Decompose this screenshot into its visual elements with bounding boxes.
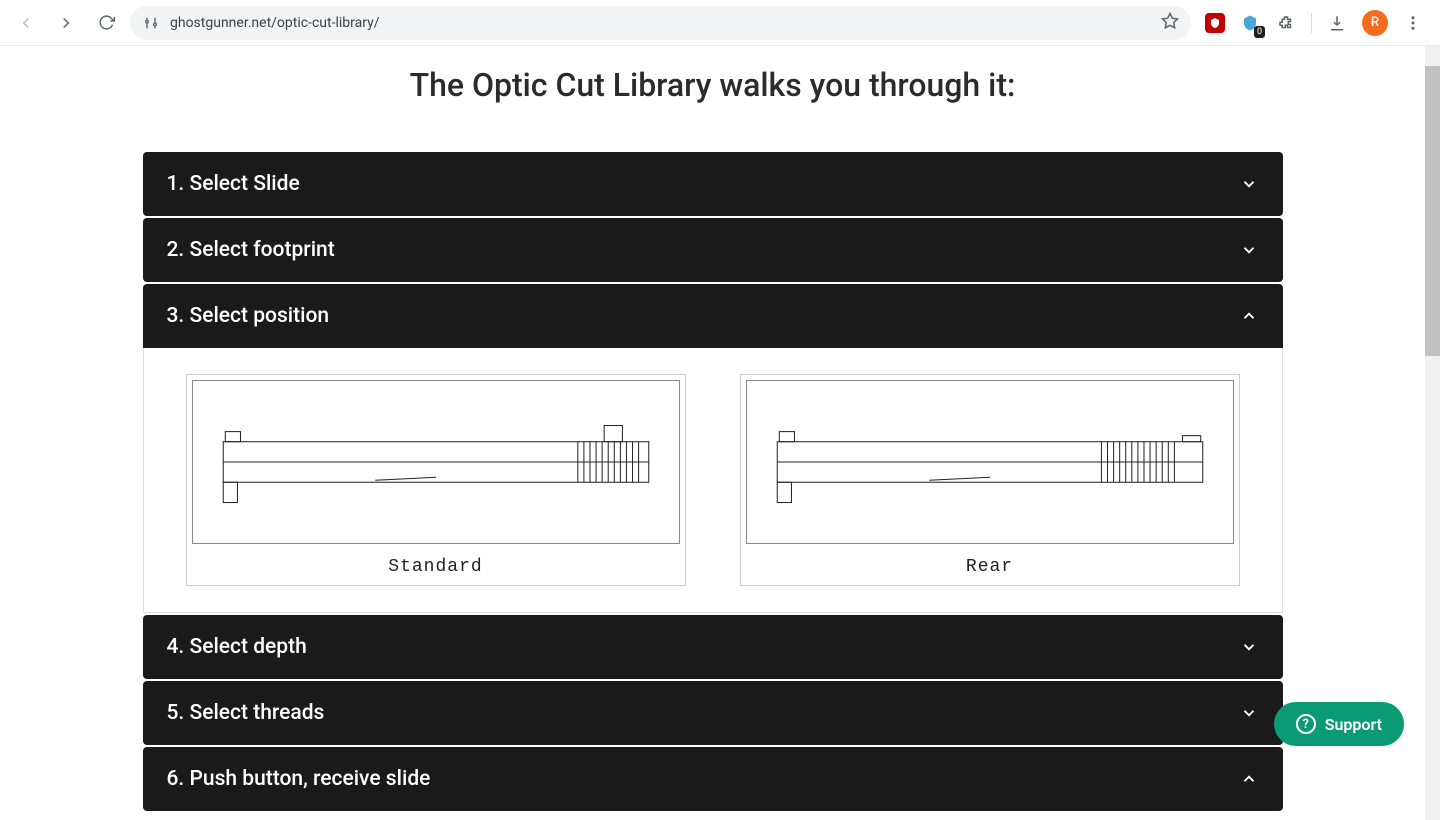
kebab-menu-icon[interactable] bbox=[1402, 12, 1424, 34]
chevron-down-icon bbox=[1239, 240, 1259, 260]
badge-count: 0 bbox=[1254, 26, 1265, 38]
profile-avatar[interactable]: R bbox=[1362, 10, 1388, 36]
browser-toolbar: ghostgunner.net/optic-cut-library/ 0 R bbox=[0, 0, 1440, 46]
accordion-title: 2. Select footprint bbox=[167, 238, 335, 262]
accordion-header-push-button[interactable]: 6. Push button, receive slide bbox=[143, 747, 1283, 811]
accordion-item-2: 2. Select footprint bbox=[143, 218, 1283, 282]
chevron-up-icon bbox=[1239, 769, 1259, 789]
support-button[interactable]: ? Support bbox=[1274, 702, 1404, 746]
back-button[interactable] bbox=[10, 7, 42, 39]
position-option-rear[interactable]: Rear bbox=[740, 374, 1240, 586]
accordion-title: 6. Push button, receive slide bbox=[167, 767, 431, 791]
page-title: The Optic Cut Library walks you through … bbox=[0, 66, 1425, 104]
extensions-area: 0 R bbox=[1199, 10, 1430, 36]
accordion-title: 4. Select depth bbox=[167, 635, 307, 659]
url-text: ghostgunner.net/optic-cut-library/ bbox=[170, 15, 1151, 31]
address-bar[interactable]: ghostgunner.net/optic-cut-library/ bbox=[130, 6, 1191, 40]
accordion-item-4: 4. Select depth bbox=[143, 615, 1283, 679]
accordion-title: 1. Select Slide bbox=[167, 172, 300, 196]
page-content: The Optic Cut Library walks you through … bbox=[0, 46, 1425, 820]
accordion-title: 5. Select threads bbox=[167, 701, 325, 725]
option-label: Standard bbox=[187, 549, 685, 585]
bookmark-star-icon[interactable] bbox=[1161, 12, 1179, 34]
help-icon: ? bbox=[1296, 714, 1316, 734]
site-settings-icon[interactable] bbox=[142, 14, 160, 32]
reload-button[interactable] bbox=[90, 7, 122, 39]
chevron-up-icon bbox=[1239, 306, 1259, 326]
accordion-item-3: 3. Select position bbox=[143, 284, 1283, 613]
accordion: 1. Select Slide 2. Select footprint 3. S… bbox=[143, 152, 1283, 811]
accordion-item-5: 5. Select threads bbox=[143, 681, 1283, 745]
extensions-puzzle-icon[interactable] bbox=[1275, 12, 1297, 34]
accordion-body-position: Standard Rear bbox=[143, 348, 1283, 613]
accordion-item-1: 1. Select Slide bbox=[143, 152, 1283, 216]
extension-badge-icon[interactable]: 0 bbox=[1239, 12, 1261, 34]
slide-diagram-rear bbox=[746, 380, 1234, 544]
accordion-header-select-threads[interactable]: 5. Select threads bbox=[143, 681, 1283, 745]
chevron-down-icon bbox=[1239, 703, 1259, 723]
chevron-down-icon bbox=[1239, 174, 1259, 194]
accordion-item-6: 6. Push button, receive slide bbox=[143, 747, 1283, 811]
accordion-header-select-position[interactable]: 3. Select position bbox=[143, 284, 1283, 348]
accordion-header-select-footprint[interactable]: 2. Select footprint bbox=[143, 218, 1283, 282]
accordion-header-select-slide[interactable]: 1. Select Slide bbox=[143, 152, 1283, 216]
support-label: Support bbox=[1325, 715, 1382, 734]
forward-button[interactable] bbox=[50, 7, 82, 39]
accordion-title: 3. Select position bbox=[167, 304, 330, 328]
slide-diagram-standard bbox=[192, 380, 680, 544]
chevron-down-icon bbox=[1239, 637, 1259, 657]
accordion-header-select-depth[interactable]: 4. Select depth bbox=[143, 615, 1283, 679]
ublock-extension-icon[interactable] bbox=[1205, 13, 1225, 33]
downloads-icon[interactable] bbox=[1326, 12, 1348, 34]
position-option-standard[interactable]: Standard bbox=[186, 374, 686, 586]
toolbar-divider bbox=[1311, 13, 1312, 33]
option-label: Rear bbox=[741, 549, 1239, 585]
